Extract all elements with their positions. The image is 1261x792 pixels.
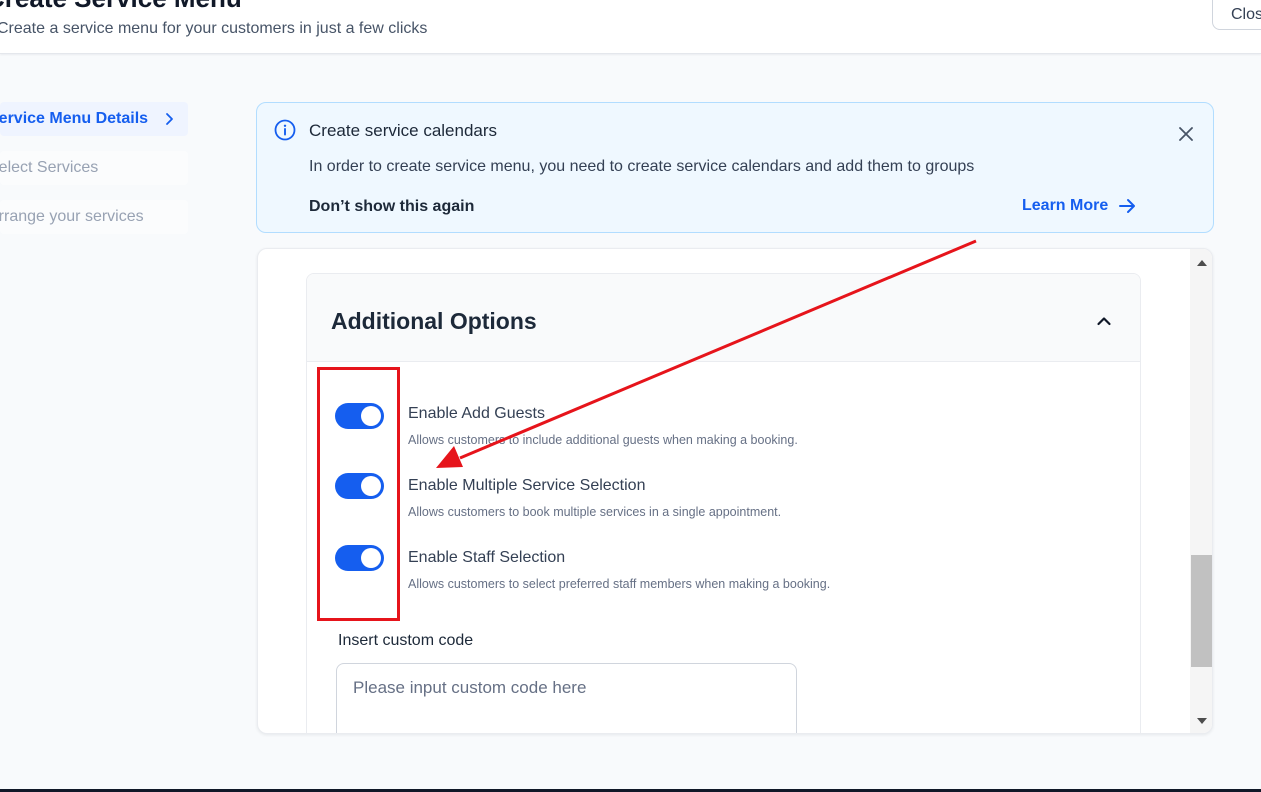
option-label: Enable Add Guests <box>408 405 545 422</box>
step-service-menu-details[interactable]: Service Menu Details <box>0 102 188 136</box>
step-label: Arrange your services <box>0 208 144 225</box>
toggle-knob <box>361 548 381 568</box>
chevron-right-icon <box>166 113 173 125</box>
additional-options-section: Additional Options Enable Add Guests All… <box>306 273 1141 733</box>
arrow-right-icon <box>1119 199 1136 213</box>
service-menu-card: Additional Options Enable Add Guests All… <box>257 248 1213 734</box>
custom-code-input[interactable] <box>336 663 797 733</box>
scroll-down-arrow-icon[interactable] <box>1196 717 1208 725</box>
custom-code-label: Insert custom code <box>338 632 474 649</box>
section-title: Additional Options <box>331 308 537 334</box>
close-icon[interactable] <box>1177 125 1195 143</box>
additional-options-header[interactable]: Additional Options <box>307 274 1140 362</box>
step-select-services[interactable]: Select Services <box>0 151 188 185</box>
banner-text: In order to create service menu, you nee… <box>309 158 975 175</box>
page-title: Create Service Menu <box>0 0 242 14</box>
dont-show-again-link[interactable]: Don’t show this again <box>309 198 474 216</box>
chevron-up-icon[interactable] <box>1095 312 1113 330</box>
scroll-up-arrow-icon[interactable] <box>1196 259 1208 267</box>
step-label: Service Menu Details <box>0 110 149 127</box>
toggle-staff-selection[interactable] <box>335 545 384 571</box>
option-description: Allows customers to book multiple servic… <box>408 505 782 519</box>
option-label: Enable Staff Selection <box>408 549 566 566</box>
toggle-knob <box>361 476 381 496</box>
banner-title: Create service calendars <box>309 121 498 140</box>
step-arrange-services[interactable]: Arrange your services <box>0 200 188 234</box>
option-description: Allows customers to select preferred sta… <box>408 577 831 591</box>
option-label: Enable Multiple Service Selection <box>408 477 646 494</box>
scrollbar-thumb[interactable] <box>1191 555 1212 667</box>
toggle-add-guests[interactable] <box>335 403 384 429</box>
toggle-multiple-service-selection[interactable] <box>335 473 384 499</box>
page-subtitle: Create a service menu for your customers… <box>0 20 428 37</box>
step-label: Select Services <box>0 159 99 176</box>
learn-more-link[interactable]: Learn More <box>1022 197 1136 215</box>
learn-more-label: Learn More <box>1022 197 1109 214</box>
info-icon <box>274 119 296 141</box>
close-button[interactable]: Close <box>1212 0 1261 30</box>
toggle-knob <box>361 406 381 426</box>
info-banner: Create service calendars In order to cre… <box>256 102 1214 233</box>
option-description: Allows customers to include additional g… <box>408 433 798 447</box>
page-header: Create Service Menu Create a service men… <box>0 0 1261 54</box>
